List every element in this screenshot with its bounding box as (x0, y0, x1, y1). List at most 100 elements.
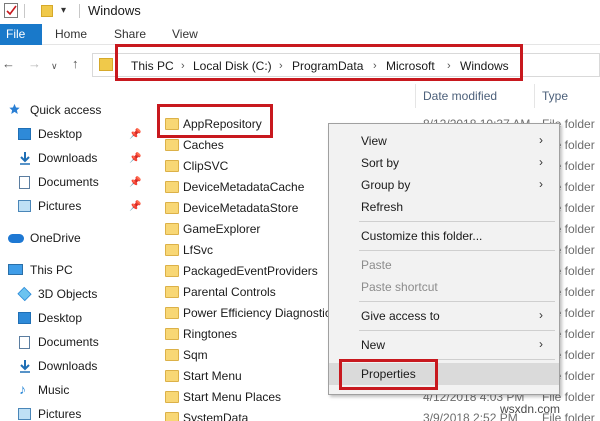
breadcrumb-windows[interactable]: Windows (460, 59, 509, 73)
breadcrumb-microsoft[interactable]: Microsoft (386, 59, 435, 73)
file-name: Parental Controls (183, 285, 276, 299)
breadcrumb-local-disk[interactable]: Local Disk (C:) (193, 59, 272, 73)
pin-icon[interactable]: 📌 (129, 129, 141, 140)
folder-icon (165, 307, 179, 319)
menu-item-label: View (361, 134, 387, 148)
column-header-date-modified[interactable]: Date modified (423, 88, 497, 104)
back-arrow-icon[interactable]: ← (2, 57, 15, 71)
sidebar-item-label: This PC (30, 263, 73, 277)
document-icon (19, 176, 30, 189)
folder-icon (165, 202, 179, 214)
watermark: wsxdn.com (500, 402, 561, 416)
tab-file[interactable]: File (0, 24, 42, 45)
sidebar-item-label: 3D Objects (38, 287, 98, 301)
customize-toolbar-chevron-icon[interactable]: ▾ (61, 5, 66, 17)
sidebar-item-label: Pictures (38, 407, 82, 421)
computer-icon (8, 264, 23, 275)
file-name: SystemData (183, 411, 249, 421)
sidebar-item-label: Pictures (38, 199, 82, 213)
menu-item-label: Refresh (361, 200, 404, 214)
menu-item-sort-by[interactable]: Sort by › (329, 152, 559, 174)
menu-item-customize[interactable]: Customize this folder... (329, 225, 559, 247)
menu-item-label: Group by (361, 178, 411, 192)
folder-icon (165, 223, 179, 235)
sidebar-item-label: Quick access (30, 103, 102, 117)
up-arrow-icon[interactable]: ↑ (72, 57, 79, 71)
menu-item-paste-shortcut[interactable]: Paste shortcut (329, 276, 559, 298)
folder-icon (165, 349, 179, 361)
file-name: Start Menu (183, 369, 242, 383)
menu-item-group-by[interactable]: Group by › (329, 174, 559, 196)
chevron-right-icon: › (539, 177, 543, 191)
column-divider[interactable] (415, 84, 416, 108)
sidebar-item-label: Desktop (38, 127, 83, 141)
music-note-icon: ♪ (19, 381, 26, 397)
properties-highlight (339, 359, 438, 390)
pin-icon[interactable]: 📌 (129, 153, 141, 164)
title-separator (24, 4, 25, 18)
file-name: Sqm (183, 348, 208, 362)
chevron-right-icon: › (539, 308, 543, 322)
file-name: Ringtones (183, 327, 238, 341)
menu-item-give-access[interactable]: Give access to › (329, 305, 559, 327)
download-arrow-icon (18, 359, 32, 373)
pin-icon[interactable]: 📌 (129, 201, 141, 212)
chevron-right-icon: › (539, 337, 543, 351)
breadcrumb-programdata[interactable]: ProgramData (292, 59, 363, 73)
forward-arrow-icon[interactable]: → (28, 57, 41, 71)
folder-icon (165, 139, 179, 151)
sidebar-item-label: Downloads (38, 151, 98, 165)
sidebar-item-label: Desktop (38, 311, 83, 325)
file-name: LfSvc (183, 243, 214, 257)
selection-highlight (157, 104, 273, 138)
folder-icon (165, 412, 179, 421)
file-name: DeviceMetadataStore (183, 201, 299, 215)
desktop-icon (18, 128, 31, 140)
folder-icon (165, 265, 179, 277)
breadcrumb-chevron-icon[interactable]: › (447, 59, 451, 73)
sidebar-item-label: Music (38, 383, 70, 397)
folder-icon (165, 286, 179, 298)
breadcrumb-this-pc[interactable]: This PC (131, 59, 174, 73)
menu-item-label: Sort by (361, 156, 400, 170)
sidebar-item-label: OneDrive (30, 231, 81, 245)
menu-item-label: New (361, 338, 386, 352)
title-bar: ▾ Windows (0, 0, 600, 24)
new-folder-quick-access-icon[interactable] (41, 5, 53, 17)
folder-icon (165, 160, 179, 172)
file-name: PackagedEventProviders (183, 264, 318, 278)
menu-item-refresh[interactable]: Refresh (329, 196, 559, 218)
column-divider[interactable] (534, 84, 535, 108)
menu-item-new[interactable]: New › (329, 334, 559, 356)
column-header-type[interactable]: Type (542, 88, 568, 104)
folder-icon (165, 370, 179, 382)
recent-locations-chevron-icon[interactable]: ∨ (51, 59, 58, 73)
pictures-icon (18, 200, 31, 212)
menu-item-label: Paste (361, 258, 392, 272)
sidebar-item-label: Documents (38, 335, 99, 349)
folder-icon (165, 244, 179, 256)
menu-item-view[interactable]: View › (329, 130, 559, 152)
pin-icon[interactable]: 📌 (129, 177, 141, 188)
chevron-right-icon: › (539, 155, 543, 169)
document-icon (19, 336, 30, 349)
file-name: DeviceMetadataCache (183, 180, 305, 194)
sidebar-item-label: Downloads (38, 359, 98, 373)
breadcrumb-chevron-icon[interactable]: › (279, 59, 283, 73)
tab-view[interactable]: View (172, 24, 198, 45)
file-name: Caches (183, 138, 224, 152)
menu-separator (359, 250, 555, 251)
menu-item-paste[interactable]: Paste (329, 254, 559, 276)
menu-separator (359, 330, 555, 331)
star-icon (9, 103, 20, 114)
menu-separator (359, 301, 555, 302)
properties-quick-access-icon[interactable] (4, 3, 18, 18)
tab-share[interactable]: Share (114, 24, 146, 45)
menu-item-label: Paste shortcut (361, 280, 438, 294)
tab-home[interactable]: Home (55, 24, 87, 45)
breadcrumb-chevron-icon[interactable]: › (181, 59, 185, 73)
menu-item-label: Give access to (361, 309, 440, 323)
sidebar-item-label: Documents (38, 175, 99, 189)
cube-icon (17, 286, 32, 302)
breadcrumb-chevron-icon[interactable]: › (373, 59, 377, 73)
